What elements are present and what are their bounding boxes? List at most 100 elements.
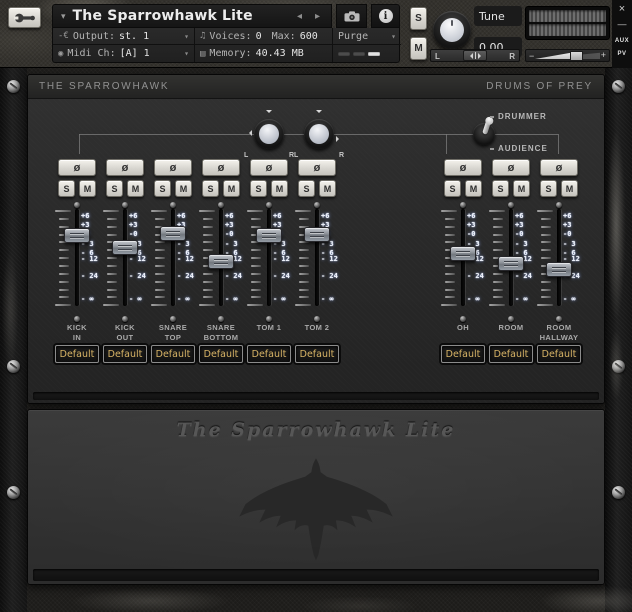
tune-knob[interactable] [433, 11, 471, 49]
channel-solo-button[interactable]: S [58, 180, 75, 197]
screw-icon [122, 316, 128, 322]
channel-solo-button[interactable]: S [444, 180, 461, 197]
volume-slider[interactable]: − + [525, 49, 610, 62]
default-reset-button[interactable]: Default [489, 345, 533, 363]
fader-handle[interactable] [546, 262, 572, 277]
pan-left-label: L [435, 52, 440, 61]
fader-tick [103, 210, 119, 212]
chevron-down-icon: ▾ [184, 49, 189, 58]
channel-solo-button[interactable]: S [298, 180, 315, 197]
chevron-down-icon[interactable]: ▾ [61, 11, 66, 22]
default-reset-button[interactable]: Default [199, 345, 243, 363]
default-reset-button[interactable]: Default [55, 345, 99, 363]
fader-scale-label: -0 [467, 230, 475, 238]
output-level-meters [525, 6, 610, 40]
fader-handle[interactable] [498, 256, 524, 271]
fader-handle[interactable] [304, 227, 330, 242]
channel-solo-button[interactable]: S [540, 180, 557, 197]
perspective-toggle[interactable] [473, 123, 495, 145]
fader-tick [107, 296, 117, 298]
channel-mute-button[interactable]: M [79, 180, 96, 197]
channel-mute-button[interactable]: M [561, 180, 578, 197]
default-reset-button[interactable]: Default [295, 345, 339, 363]
channel-mute-button[interactable]: M [223, 180, 240, 197]
phase-invert-button[interactable]: ø [58, 159, 96, 176]
channel-solo-button[interactable]: S [106, 180, 123, 197]
fader-handle[interactable] [112, 240, 138, 255]
volume-minus-label: − [529, 51, 534, 61]
fader-tick [251, 218, 261, 220]
channel-solo-button[interactable]: S [250, 180, 267, 197]
fader-handle[interactable] [208, 254, 234, 269]
channel-solo-button[interactable]: S [202, 180, 219, 197]
fader-tick [541, 226, 551, 228]
phase-invert-button[interactable]: ø [540, 159, 578, 176]
phase-invert-button[interactable]: ø [298, 159, 336, 176]
phase-invert-button[interactable]: ø [250, 159, 288, 176]
fader-track[interactable] [267, 209, 271, 306]
width-pan-knob-left[interactable]: L R [254, 119, 284, 149]
channel-mute-button[interactable]: M [271, 180, 288, 197]
close-button[interactable]: × [612, 3, 632, 15]
channel-mute-button[interactable]: M [175, 180, 192, 197]
channel-mute-button[interactable]: M [127, 180, 144, 197]
fader-handle[interactable] [64, 228, 90, 243]
rack-rail-left [0, 68, 27, 612]
instrument-name-label: THE SPARROWHAWK [39, 81, 169, 92]
purge-menu[interactable]: Purge ▾ [333, 28, 401, 45]
channel-mute-button[interactable]: M [319, 180, 336, 197]
output-select[interactable]: -€ Output: st. 1 ▾ [53, 28, 195, 45]
channel-mute-button[interactable]: M [513, 180, 530, 197]
edit-wrench-button[interactable] [8, 7, 41, 28]
fader-track[interactable] [557, 209, 561, 306]
fader-scale-label: +3 [563, 221, 571, 229]
pan-slider[interactable]: L R [430, 49, 520, 62]
prev-instrument-button[interactable]: ◂ [294, 11, 305, 22]
wire [558, 134, 559, 154]
channel-strip-oh: øSM+6+3-0- 3- 6- 12- 24- ∞OHDefault [439, 157, 487, 369]
fader-scale-label: +6 [273, 212, 281, 220]
screw-icon [7, 80, 20, 93]
rack-rail-right [605, 68, 632, 612]
channel-solo-button[interactable]: S [492, 180, 509, 197]
fader-tick [541, 241, 551, 243]
logo-text: The Sparrowhawk Lite [28, 419, 604, 441]
fader-track[interactable] [171, 209, 175, 306]
mute-button[interactable]: M [410, 37, 427, 60]
fader-track[interactable] [315, 209, 319, 306]
volume-slider-handle[interactable] [570, 51, 583, 61]
minimize-button[interactable]: — [612, 19, 632, 29]
default-reset-button[interactable]: Default [151, 345, 195, 363]
phase-invert-button[interactable]: ø [492, 159, 530, 176]
phase-invert-button[interactable]: ø [106, 159, 144, 176]
default-reset-button[interactable]: Default [103, 345, 147, 363]
pan-slider-handle[interactable] [463, 50, 487, 61]
fader-scale-label: - 24 [467, 272, 484, 280]
default-reset-button[interactable]: Default [441, 345, 485, 363]
channel-mute-button[interactable]: M [465, 180, 482, 197]
tune-label: Tune [474, 6, 522, 26]
channel-solo-button[interactable]: S [154, 180, 171, 197]
snapshot-camera-button[interactable] [336, 4, 367, 28]
width-pan-knob-right[interactable]: L R [304, 119, 334, 149]
info-button[interactable]: i [371, 4, 400, 28]
fader-handle[interactable] [450, 246, 476, 261]
midi-channel-select[interactable]: ◉ Midi Ch: [A] 1 ▾ [53, 45, 195, 62]
default-reset-button[interactable]: Default [537, 345, 581, 363]
fader-track[interactable] [123, 209, 127, 306]
pv-toggle[interactable]: pv [612, 51, 632, 57]
fader-handle[interactable] [160, 226, 186, 241]
fader-tick [541, 234, 551, 236]
next-instrument-button[interactable]: ▸ [312, 11, 323, 22]
aux-toggle[interactable]: aux [612, 38, 632, 44]
solo-button[interactable]: S [410, 7, 427, 30]
phase-invert-button[interactable]: ø [202, 159, 240, 176]
fader-tick [203, 241, 213, 243]
instrument-title-bar: ▾ The Sparrowhawk Lite ◂ ▸ [52, 4, 332, 28]
fader-handle[interactable] [256, 228, 282, 243]
fader-track[interactable] [75, 209, 79, 306]
phase-invert-button[interactable]: ø [154, 159, 192, 176]
default-reset-button[interactable]: Default [247, 345, 291, 363]
fader-tick [541, 257, 551, 259]
phase-invert-button[interactable]: ø [444, 159, 482, 176]
